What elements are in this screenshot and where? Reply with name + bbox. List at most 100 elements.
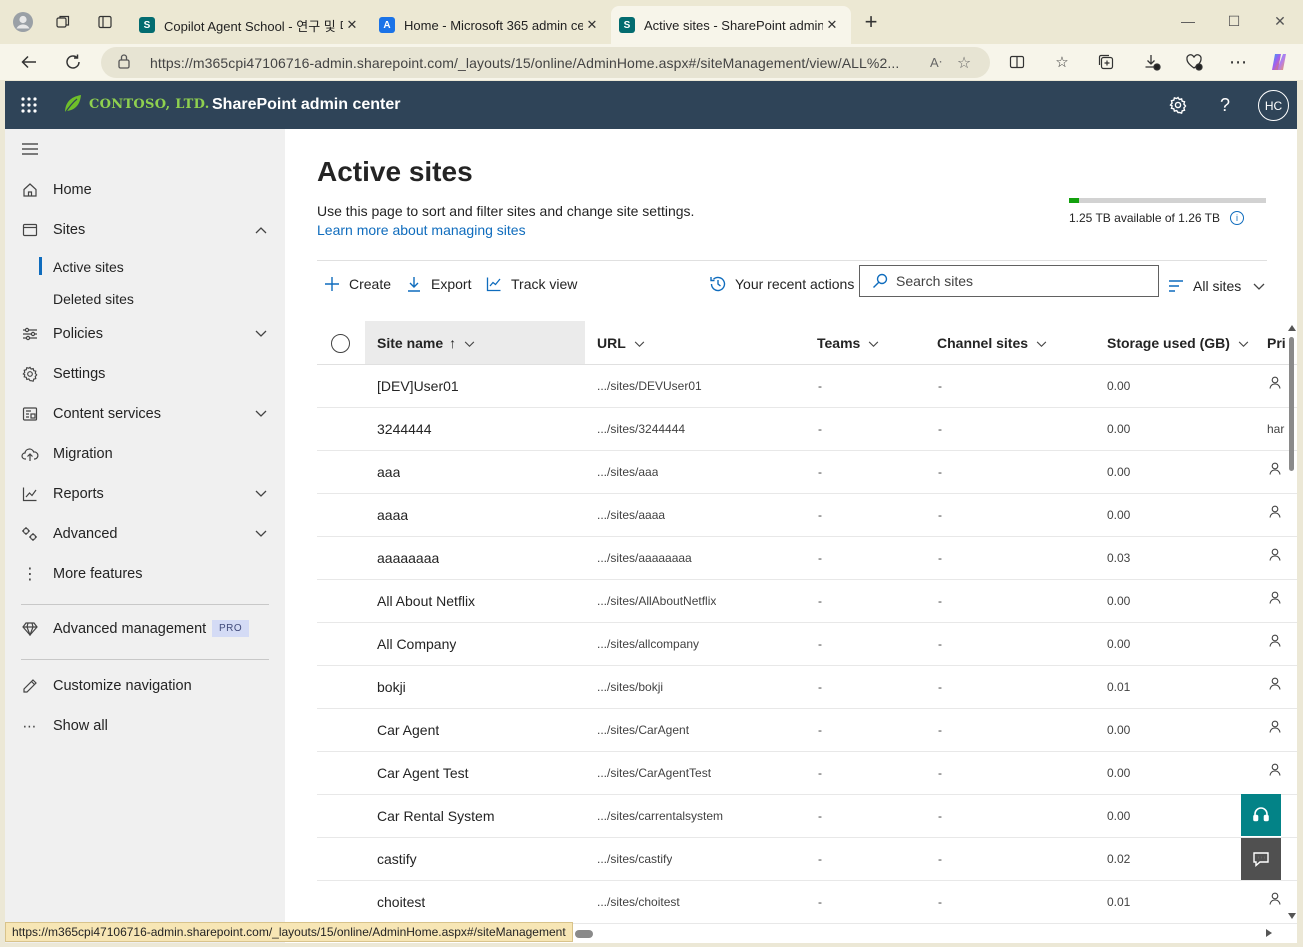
close-tab-icon[interactable]: ✕	[343, 17, 361, 33]
minimize-icon[interactable]: —	[1165, 8, 1211, 34]
site-name-cell[interactable]: Car Agent Test	[377, 752, 469, 794]
site-name-cell[interactable]: castify	[377, 838, 417, 880]
scroll-down-arrow-icon[interactable]	[1288, 913, 1296, 919]
refresh-icon[interactable]	[59, 49, 87, 75]
browser-essentials-icon[interactable]	[1181, 50, 1207, 74]
scroll-right-arrow-icon[interactable]	[1266, 929, 1272, 937]
site-name-cell[interactable]: [DEV]User01	[377, 365, 459, 407]
browser-tab-copilot-school[interactable]: S Copilot Agent School - 연구 및 디 ✕	[131, 6, 371, 44]
column-header-primary-admin[interactable]: Pri	[1267, 321, 1286, 364]
nav-item-reports[interactable]: Reports	[5, 476, 285, 512]
nav-item-advanced-management[interactable]: Advanced management PRO	[5, 611, 285, 647]
help-support-button[interactable]	[1241, 794, 1281, 836]
view-filter-dropdown[interactable]: All sites	[1167, 274, 1265, 298]
table-row[interactable]: bokji .../sites/bokji - - 0.01	[317, 666, 1297, 709]
table-row[interactable]: castify .../sites/castify - - 0.02	[317, 838, 1297, 881]
back-icon[interactable]	[15, 49, 43, 75]
favorite-star-icon[interactable]: ☆	[950, 53, 978, 73]
column-header-site-name[interactable]: Site name ↑	[365, 321, 585, 364]
nav-item-more-features[interactable]: ⋮ More features	[5, 556, 285, 592]
table-row[interactable]: Car Agent .../sites/CarAgent - - 0.00	[317, 709, 1297, 752]
table-row[interactable]: [DEV]User01 .../sites/DEVUser01 - - 0.00	[317, 365, 1297, 408]
export-button[interactable]: Export	[405, 272, 471, 296]
site-name-cell[interactable]: Car Rental System	[377, 795, 494, 837]
app-launcher-icon[interactable]	[19, 95, 39, 115]
site-name-cell[interactable]: aaaa	[377, 494, 408, 536]
favorites-icon[interactable]: ☆	[1049, 50, 1075, 74]
more-options-icon[interactable]: ⋯	[1225, 50, 1251, 74]
collapse-nav-button[interactable]	[5, 131, 285, 167]
read-aloud-icon[interactable]: Aᐧ	[922, 55, 950, 71]
settings-gear-icon[interactable]	[1166, 93, 1190, 117]
table-row[interactable]: aaaaaaaa .../sites/aaaaaaaa - - 0.03	[317, 537, 1297, 580]
profile-icon[interactable]	[11, 10, 35, 34]
help-icon[interactable]: ?	[1213, 93, 1237, 117]
column-header-storage[interactable]: Storage used (GB)	[1107, 321, 1249, 364]
storage-indicator: 1.25 TB available of 1.26 TB i	[1069, 198, 1266, 225]
nav-item-policies[interactable]: Policies	[5, 316, 285, 352]
contoso-logo[interactable]: CONTOSO, LTD.	[61, 93, 210, 115]
table-row[interactable]: 3244444 .../sites/3244444- -0.00 har	[317, 408, 1297, 451]
table-row[interactable]: All About Netflix .../sites/AllAboutNetfl…	[317, 580, 1297, 623]
nav-item-content-services[interactable]: Content services	[5, 396, 285, 432]
nav-item-migration[interactable]: Migration	[5, 436, 285, 472]
close-tab-icon[interactable]: ✕	[583, 17, 601, 33]
learn-more-link[interactable]: Learn more about managing sites	[317, 222, 526, 238]
recent-actions-button[interactable]: Your recent actions	[709, 272, 854, 296]
site-name-cell[interactable]: aaaaaaaa	[377, 537, 439, 579]
tab-actions-icon[interactable]	[93, 10, 117, 34]
maximize-icon[interactable]: ☐	[1211, 8, 1257, 34]
column-header-channel-sites[interactable]: Channel sites	[937, 321, 1047, 364]
nav-item-active-sites[interactable]: Active sites	[53, 259, 124, 275]
site-name-cell[interactable]: choitest	[377, 881, 425, 923]
table-row[interactable]: choitest .../sites/choitest - - 0.01	[317, 881, 1297, 924]
search-sites-input[interactable]: Search sites	[859, 265, 1159, 297]
header-divider	[317, 260, 1267, 261]
nav-item-customize-navigation[interactable]: Customize navigation	[5, 668, 285, 704]
new-tab-icon[interactable]: +	[859, 9, 883, 34]
site-name-cell[interactable]: All Company	[377, 623, 456, 665]
sharepoint-favicon-icon: S	[619, 17, 635, 33]
nav-item-sites[interactable]: Sites	[5, 212, 285, 248]
column-header-teams[interactable]: Teams	[817, 321, 879, 364]
browser-tab-active-sites[interactable]: S Active sites - SharePoint admin c ✕	[611, 6, 851, 44]
app-title[interactable]: SharePoint admin center	[212, 96, 401, 114]
select-all-radio[interactable]	[331, 334, 350, 353]
collections-icon[interactable]	[1093, 50, 1119, 74]
column-header-url[interactable]: URL	[597, 321, 645, 364]
table-row[interactable]: Car Agent Test .../sites/CarAgentTest - - 0.…	[317, 752, 1297, 795]
split-screen-icon[interactable]	[1004, 50, 1030, 74]
scroll-thumb[interactable]	[1289, 337, 1294, 471]
close-window-icon[interactable]: ✕	[1257, 8, 1303, 34]
track-view-button[interactable]: Track view	[485, 272, 577, 296]
site-name-cell[interactable]: bokji	[377, 666, 406, 708]
workspaces-icon[interactable]	[51, 10, 75, 34]
info-icon[interactable]: i	[1230, 211, 1244, 225]
storage-cell: 0.02	[1107, 852, 1131, 866]
nav-item-settings[interactable]: Settings	[5, 356, 285, 392]
table-row[interactable]: aaa .../sites/aaa - - 0.00	[317, 451, 1297, 494]
site-url-cell: .../sites/aaaaaaaa	[597, 551, 692, 565]
site-name-cell[interactable]: 3244444	[377, 408, 432, 450]
table-row[interactable]: Car Rental System .../sites/carrentalsyst…	[317, 795, 1297, 838]
vertical-scrollbar[interactable]	[1286, 321, 1297, 931]
user-avatar[interactable]: HC	[1258, 90, 1289, 121]
downloads-icon[interactable]	[1139, 50, 1165, 74]
create-button[interactable]: Create	[323, 272, 391, 296]
browser-tab-m365-admin[interactable]: A Home - Microsoft 365 admin cen ✕	[371, 6, 611, 44]
site-name-cell[interactable]: All About Netflix	[377, 580, 475, 622]
nav-item-show-all[interactable]: ⋯ Show all	[5, 708, 285, 744]
nav-item-home[interactable]: Home	[5, 172, 285, 208]
site-name-cell[interactable]: aaa	[377, 451, 400, 493]
horizontal-scroll-thumb[interactable]	[575, 930, 593, 938]
scroll-up-arrow-icon[interactable]	[1288, 325, 1296, 331]
feedback-button[interactable]	[1241, 838, 1281, 880]
table-row[interactable]: aaaa .../sites/aaaa - - 0.00	[317, 494, 1297, 537]
close-tab-icon[interactable]: ✕	[823, 17, 841, 33]
table-row[interactable]: All Company .../sites/allcompany - - 0.00	[317, 623, 1297, 666]
nav-item-deleted-sites[interactable]: Deleted sites	[53, 291, 134, 307]
address-bar[interactable]: https://m365cpi47106716-admin.sharepoint…	[101, 47, 990, 78]
nav-item-advanced[interactable]: Advanced	[5, 516, 285, 552]
copilot-icon[interactable]	[1266, 50, 1292, 74]
site-name-cell[interactable]: Car Agent	[377, 709, 439, 751]
